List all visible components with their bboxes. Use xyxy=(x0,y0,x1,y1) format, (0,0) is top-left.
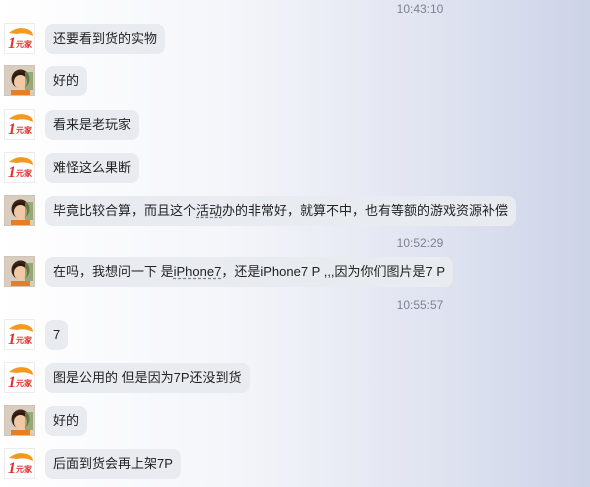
keyword-link[interactable]: iPhone7 xyxy=(174,264,222,279)
shop-logo-icon[interactable]: 1 元 家 xyxy=(4,319,35,350)
message-row: 1 元 家 后面到货会再上架7P xyxy=(4,447,181,480)
svg-text:1: 1 xyxy=(8,331,16,348)
svg-text:1: 1 xyxy=(8,374,16,391)
message-row: 1 元 家 7 xyxy=(4,318,69,351)
message-bubble[interactable]: 看来是老玩家 xyxy=(45,109,140,140)
svg-text:元: 元 xyxy=(16,169,24,178)
chat-history: 10:43:10 1 元 家 还要看到货的实物 好的 1 元 家 看来是老玩家 … xyxy=(0,0,590,487)
message-bubble[interactable]: 图是公用的 但是因为7P还没到货 xyxy=(45,362,250,393)
keyword-link[interactable]: 活动 xyxy=(196,203,222,218)
svg-text:家: 家 xyxy=(24,125,33,135)
svg-text:元: 元 xyxy=(16,126,24,135)
svg-text:元: 元 xyxy=(16,465,24,474)
svg-text:元: 元 xyxy=(16,379,24,388)
message-bubble[interactable]: 好的 xyxy=(45,65,88,96)
message-bubble[interactable]: 在吗，我想问一下 是iPhone7，还是iPhone7 P ,,,因为你们图片是… xyxy=(45,256,454,287)
message-bubble[interactable]: 还要看到货的实物 xyxy=(45,23,166,54)
message-row: 好的 xyxy=(4,404,88,437)
user-avatar-icon[interactable] xyxy=(4,65,35,96)
svg-text:家: 家 xyxy=(24,464,33,474)
user-avatar-icon[interactable] xyxy=(4,256,35,287)
svg-text:1: 1 xyxy=(8,35,16,52)
shop-logo-icon[interactable]: 1 元 家 xyxy=(4,448,35,479)
message-row: 在吗，我想问一下 是iPhone7，还是iPhone7 P ,,,因为你们图片是… xyxy=(4,255,454,288)
message-bubble[interactable]: 7 xyxy=(45,319,69,350)
message-bubble[interactable]: 后面到货会再上架7P xyxy=(45,448,181,479)
shop-logo-icon[interactable]: 1 元 家 xyxy=(4,152,35,183)
message-bubble[interactable]: 难怪这么果断 xyxy=(45,152,140,183)
svg-text:元: 元 xyxy=(16,40,24,49)
user-avatar-icon[interactable] xyxy=(4,405,35,436)
svg-text:家: 家 xyxy=(24,39,33,49)
svg-text:家: 家 xyxy=(24,378,33,388)
svg-text:家: 家 xyxy=(24,168,33,178)
message-bubble[interactable]: 好的 xyxy=(45,405,88,436)
message-row: 1 元 家 看来是老玩家 xyxy=(4,108,140,141)
timestamp: 10:55:57 xyxy=(396,298,444,312)
svg-text:1: 1 xyxy=(8,121,16,138)
user-avatar-icon[interactable] xyxy=(4,195,35,226)
timestamp: 10:43:10 xyxy=(396,2,444,16)
timestamp: 10:52:29 xyxy=(396,236,444,250)
message-row: 1 元 家 图是公用的 但是因为7P还没到货 xyxy=(4,361,250,394)
svg-text:1: 1 xyxy=(8,164,16,181)
message-row: 1 元 家 难怪这么果断 xyxy=(4,151,140,184)
svg-text:元: 元 xyxy=(16,336,24,345)
svg-text:家: 家 xyxy=(24,335,33,345)
shop-logo-icon[interactable]: 1 元 家 xyxy=(4,362,35,393)
message-row: 毕竟比较合算，而且这个活动办的非常好，就算不中，也有等额的游戏资源补偿 xyxy=(4,194,517,227)
message-row: 好的 xyxy=(4,64,88,97)
message-row: 1 元 家 还要看到货的实物 xyxy=(4,22,166,55)
message-bubble[interactable]: 毕竟比较合算，而且这个活动办的非常好，就算不中，也有等额的游戏资源补偿 xyxy=(45,195,517,226)
svg-text:1: 1 xyxy=(8,460,16,477)
shop-logo-icon[interactable]: 1 元 家 xyxy=(4,109,35,140)
shop-logo-icon[interactable]: 1 元 家 xyxy=(4,23,35,54)
